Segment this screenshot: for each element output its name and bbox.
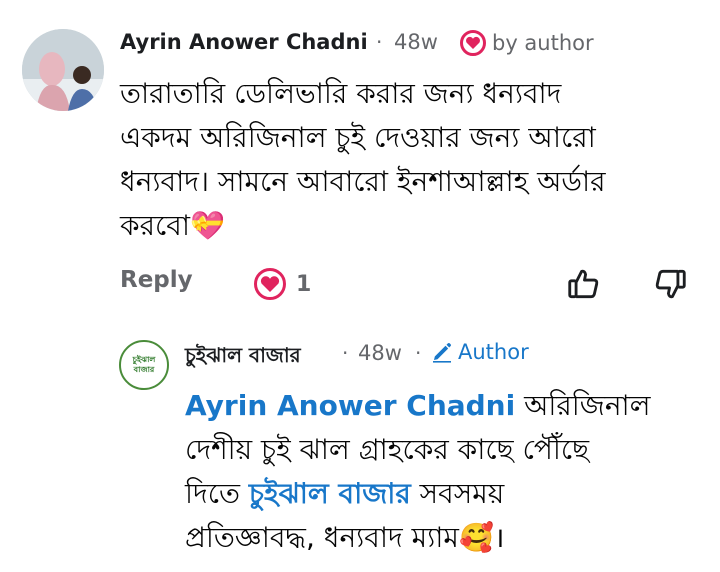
reply-line-2: দেশীয় চুই ঝাল গ্রাহকের কাছে পৌঁছে <box>185 433 590 466</box>
pencil-icon <box>433 342 452 363</box>
reply-author-name[interactable]: চুইঝাল বাজার <box>185 341 301 374</box>
comment-time[interactable]: 48w <box>394 30 438 54</box>
reply-separator: · <box>342 341 349 365</box>
dislike-icon[interactable] <box>651 265 689 307</box>
reply-line-3-end: সবসময় <box>410 477 505 510</box>
reply-line-4-end: । <box>493 521 505 554</box>
comment-line-4: করবো <box>120 209 190 242</box>
comment-line-3: ধন্যবাদ। সামনে আবারো ইনশাআল্লাহ অর্ডার <box>120 165 606 198</box>
comment-separator: · <box>376 30 383 54</box>
reply-line-3-start: দিতে <box>185 477 249 510</box>
by-author-label: by author <box>492 31 594 55</box>
mention-link[interactable]: Ayrin Anower Chadni <box>185 389 515 422</box>
reply-line-1: অরিজিনাল <box>515 389 651 422</box>
smiling-hearts-emoji: 🥰 <box>458 521 494 554</box>
reply-time[interactable]: 48w <box>358 341 402 365</box>
page-avatar[interactable]: চুইঝাল বাজার <box>119 340 169 390</box>
reply-button[interactable]: Reply <box>120 267 193 293</box>
reply-line-4: প্রতিজ্ঞাবদ্ধ, ধন্যবাদ ম্যাম <box>185 521 459 554</box>
author-badge-label: Author <box>458 340 529 364</box>
page-avatar-logo-text: চুইঝাল বাজার <box>132 355 156 374</box>
comment-text: তারাতারি ডেলিভারি করার জন্য ধন্যবাদ একদম… <box>120 72 710 248</box>
like-icon[interactable] <box>565 265 603 307</box>
commenter-name[interactable]: Ayrin Anower Chadni <box>120 30 368 54</box>
by-author-badge: by author <box>460 30 594 56</box>
comment-line-1: তারাতারি ডেলিভারি করার জন্য ধন্যবাদ <box>120 77 562 110</box>
heart-gift-emoji: 💝 <box>189 209 225 242</box>
reply-text: Ayrin Anower Chadni অরিজিনাল দেশীয় চুই … <box>185 384 715 560</box>
page-mention-link[interactable]: চুইঝাল বাজার <box>249 477 411 510</box>
reaction-count: 1 <box>296 271 312 297</box>
comment-line-2: একদম অরিজিনাল চুই দেওয়ার জন্য আরো <box>120 121 596 154</box>
heart-reaction-icon <box>254 268 286 300</box>
author-badge: Author <box>430 340 529 364</box>
heart-reaction[interactable]: 1 <box>254 268 311 300</box>
heart-badge-icon <box>460 30 486 56</box>
reply-separator-2: · <box>415 341 422 365</box>
commenter-avatar[interactable] <box>22 29 104 111</box>
